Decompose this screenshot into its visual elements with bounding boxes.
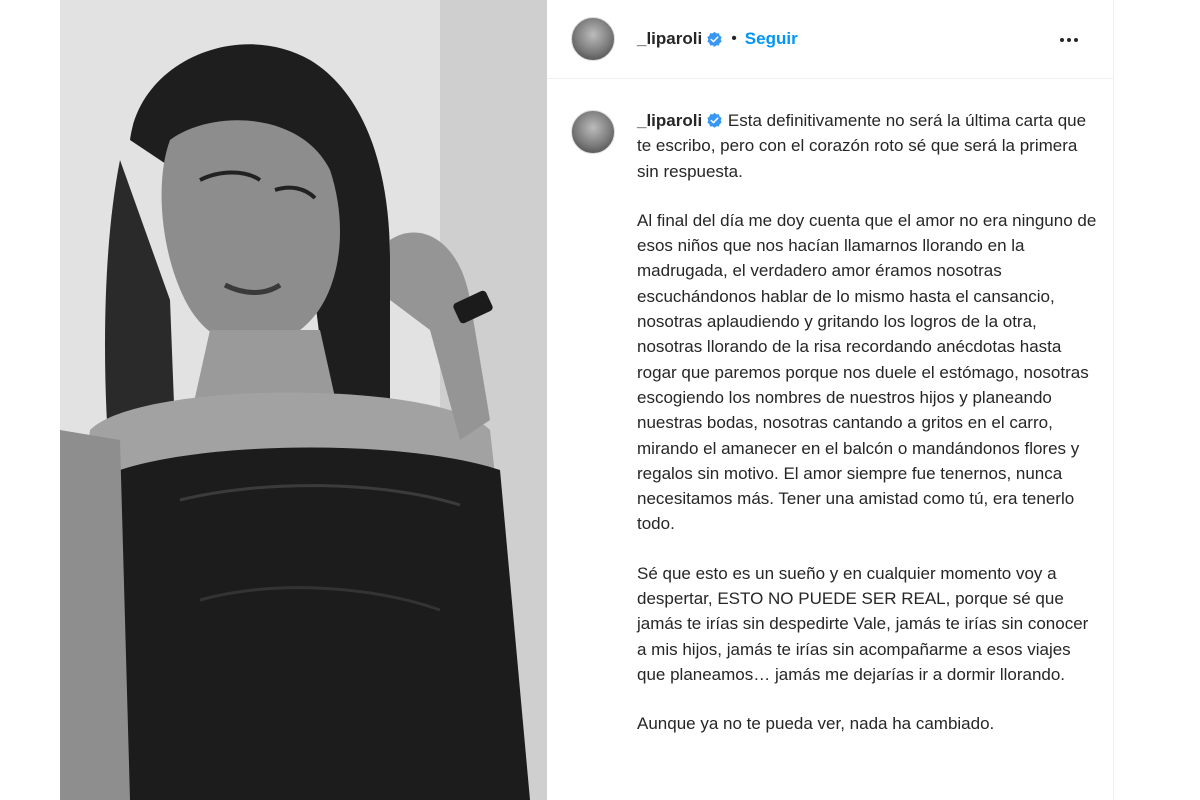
caption-paragraph-3: Sé que esto es un sueño y en cualquier m… — [637, 563, 1089, 684]
post-photo[interactable] — [60, 0, 547, 800]
caption-paragraph-2: Al final del día me doy cuenta que el am… — [637, 210, 1097, 534]
caption-text: _liparoli Esta definitivamente no será l… — [637, 108, 1099, 761]
caption-text-1: Esta definitivamente no será la última c… — [637, 111, 1087, 181]
post-details-panel: _liparoli • Seguir _liparoli Esta defini… — [547, 0, 1114, 800]
post-photo-illustration — [60, 0, 547, 800]
caption-comment: _liparoli Esta definitivamente no será l… — [571, 108, 1101, 761]
post-header: _liparoli • Seguir — [547, 0, 1113, 79]
avatar[interactable] — [571, 17, 615, 61]
verified-badge-icon — [707, 112, 722, 128]
caption-username[interactable]: _liparoli — [637, 111, 702, 130]
caption-paragraph-1: _liparoli Esta definitivamente no será l… — [637, 108, 1099, 184]
follow-button[interactable]: Seguir — [745, 29, 798, 49]
verified-badge-icon — [707, 31, 722, 47]
caption-paragraph-4: Aunque ya no te pueda ver, nada ha cambi… — [637, 714, 995, 734]
more-options-icon[interactable] — [1057, 28, 1081, 52]
header-username[interactable]: _liparoli — [637, 29, 702, 49]
avatar[interactable] — [571, 110, 615, 154]
separator-dot: • — [731, 30, 737, 47]
